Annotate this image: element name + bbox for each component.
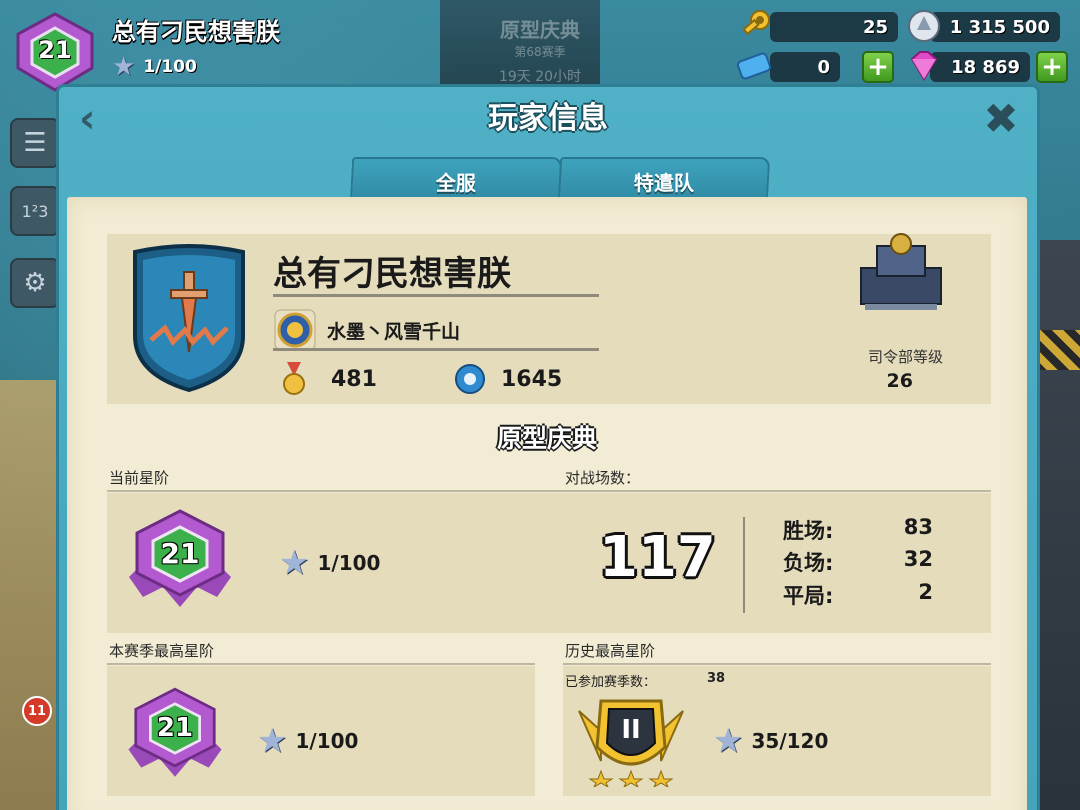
background-season-banner: 原型庆典 第68赛季 19天 20小时 bbox=[470, 14, 610, 86]
season-best-stars: ★ 1/100 bbox=[257, 721, 358, 761]
losses-label: 负场: bbox=[783, 551, 834, 575]
season-best-divider bbox=[107, 663, 535, 665]
hq-level-value: 26 bbox=[886, 370, 913, 392]
season-best-rank-number: 21 bbox=[156, 713, 194, 743]
background-season-title: 原型庆典 bbox=[500, 18, 580, 42]
guild-divider bbox=[273, 348, 599, 351]
add-tickets-button[interactable]: + bbox=[862, 51, 894, 83]
parchment-panel: 总有刁民想害朕 水墨丶风雪千山 481 1645 司令部等级 26 原型庆典 当… bbox=[67, 197, 1027, 810]
intel-value: 1 315 500 bbox=[949, 16, 1050, 38]
all-time-stars: ★ 35/120 bbox=[713, 721, 828, 761]
current-season-panel bbox=[107, 493, 991, 633]
draws-label: 平局: bbox=[783, 584, 834, 608]
current-stars-value: 1/100 bbox=[317, 551, 381, 575]
all-time-label: 历史最高星阶 bbox=[565, 642, 656, 660]
diamonds-value: 18 869 bbox=[951, 56, 1020, 78]
ticket-icon bbox=[734, 48, 774, 84]
leaderboard-icon: 1²3 bbox=[21, 201, 49, 221]
close-icon: ✖ bbox=[983, 94, 1019, 143]
draws-value: 2 bbox=[918, 580, 933, 604]
current-rank-number: 21 bbox=[160, 537, 200, 570]
section-divider bbox=[107, 490, 991, 492]
intel-counter: 1 315 500 bbox=[930, 12, 1060, 42]
gear-icon bbox=[455, 364, 485, 394]
top-rank-number: 21 bbox=[38, 36, 72, 64]
diamonds-counter: 18 869 bbox=[930, 52, 1030, 82]
all-time-stars-value: 35/120 bbox=[751, 729, 829, 753]
leaderboard-button[interactable]: 1²3 bbox=[10, 186, 60, 236]
season-title: 原型庆典 bbox=[496, 424, 597, 453]
task-force-name: 水墨丶风雪千山 bbox=[327, 320, 461, 343]
wins-value: 83 bbox=[903, 515, 933, 539]
star-icon: ★ bbox=[713, 721, 744, 761]
name-divider bbox=[273, 294, 599, 297]
keys-value: 25 bbox=[862, 16, 888, 38]
season-best-label: 本赛季最高星阶 bbox=[109, 642, 215, 660]
medal-icon bbox=[283, 362, 305, 395]
profile-name: 总有刁民想害朕 bbox=[273, 254, 511, 294]
all-time-tier: II bbox=[621, 715, 641, 745]
intel-icon bbox=[904, 8, 944, 44]
star-icon: ★ bbox=[257, 721, 288, 761]
add-diamonds-button[interactable]: + bbox=[1036, 51, 1068, 83]
tickets-counter: 0 bbox=[770, 52, 840, 82]
seasons-played-value: 38 bbox=[707, 671, 726, 686]
battles-label: 对战场数： bbox=[565, 469, 641, 487]
top-player-name: 总有刁民想害朕 bbox=[112, 18, 280, 46]
top-stars: ★ 1/100 bbox=[112, 52, 197, 82]
menu-button[interactable]: ☰ bbox=[10, 118, 60, 168]
battles-divider bbox=[743, 517, 745, 613]
victory-points-stat: 1645 bbox=[453, 362, 562, 396]
season-best-stars-value: 1/100 bbox=[295, 729, 359, 753]
shield-icon bbox=[133, 244, 245, 393]
menu-icon: ☰ bbox=[23, 128, 47, 158]
hq-icon bbox=[860, 233, 942, 310]
settings-button[interactable]: ⚙ bbox=[10, 258, 60, 308]
victory-points-value: 1645 bbox=[501, 366, 563, 392]
diamond-icon bbox=[904, 48, 944, 84]
hq-level-label: 司令部等级 bbox=[867, 348, 943, 366]
close-button[interactable]: ✖ bbox=[981, 98, 1021, 140]
tickets-value: 0 bbox=[817, 56, 830, 78]
gear-icon: ⚙ bbox=[23, 268, 47, 298]
medals-value: 481 bbox=[331, 366, 377, 392]
player-info-modal: ‹ 玩家信息 ✖ 全服 特遣队 总有刁民想害朕 水墨丶风雪千山 481 1645… bbox=[56, 84, 1040, 810]
current-rank-label: 当前星阶 bbox=[109, 469, 170, 487]
star-icon: ★ bbox=[279, 543, 310, 583]
seasons-played-label: 已参加赛季数： bbox=[565, 675, 657, 690]
keys-counter: 25 bbox=[770, 12, 898, 42]
background-season-time: 19天 20小时 bbox=[498, 69, 582, 85]
task-force-emblem-icon bbox=[274, 309, 316, 351]
medals-stat: 481 bbox=[279, 362, 377, 396]
wins-label: 胜场: bbox=[783, 519, 834, 543]
top-stars-value: 1/100 bbox=[143, 57, 197, 77]
notification-badge[interactable]: 11 bbox=[22, 696, 52, 726]
key-icon bbox=[736, 8, 776, 44]
task-force-row[interactable]: 水墨丶风雪千山 bbox=[273, 308, 460, 352]
current-stars: ★ 1/100 bbox=[279, 543, 380, 583]
star-icon: ★ bbox=[112, 52, 136, 82]
battles-total: 117 bbox=[599, 525, 716, 590]
tab-global-label: 全服 bbox=[435, 170, 476, 195]
all-time-divider bbox=[563, 663, 991, 665]
losses-value: 32 bbox=[903, 547, 933, 571]
profile-panel: 总有刁民想害朕 水墨丶风雪千山 481 1645 司令部等级 26 bbox=[107, 233, 991, 404]
modal-title: 玩家信息 bbox=[488, 101, 608, 136]
tab-task-force-label: 特遣队 bbox=[633, 170, 694, 195]
background-season-sub: 第68赛季 bbox=[514, 45, 566, 59]
